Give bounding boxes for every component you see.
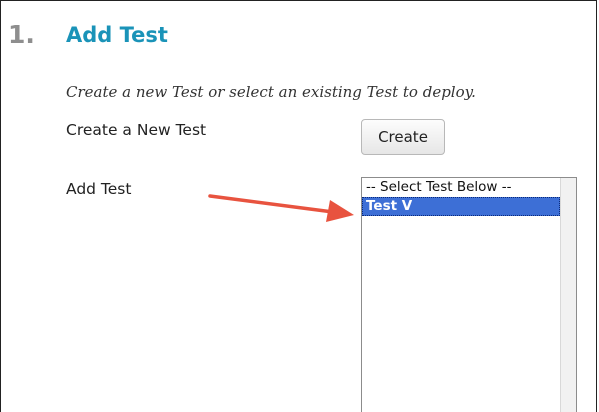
list-scrollbar[interactable]	[560, 178, 576, 412]
test-options: -- Select Test Below -- Test V	[362, 178, 560, 216]
option-select-placeholder[interactable]: -- Select Test Below --	[362, 178, 560, 197]
create-button[interactable]: Create	[361, 119, 445, 155]
add-test-label: Add Test	[66, 180, 132, 198]
pointer-arrow-icon	[208, 194, 354, 222]
test-select-list[interactable]: -- Select Test Below -- Test V	[361, 177, 577, 412]
option-test-v[interactable]: Test V	[362, 197, 560, 216]
create-new-test-label: Create a New Test	[66, 121, 207, 139]
step-title: Add Test	[66, 23, 168, 47]
step-instructions: Create a new Test or select an existing …	[66, 83, 476, 101]
step-number: 1.	[8, 20, 35, 49]
